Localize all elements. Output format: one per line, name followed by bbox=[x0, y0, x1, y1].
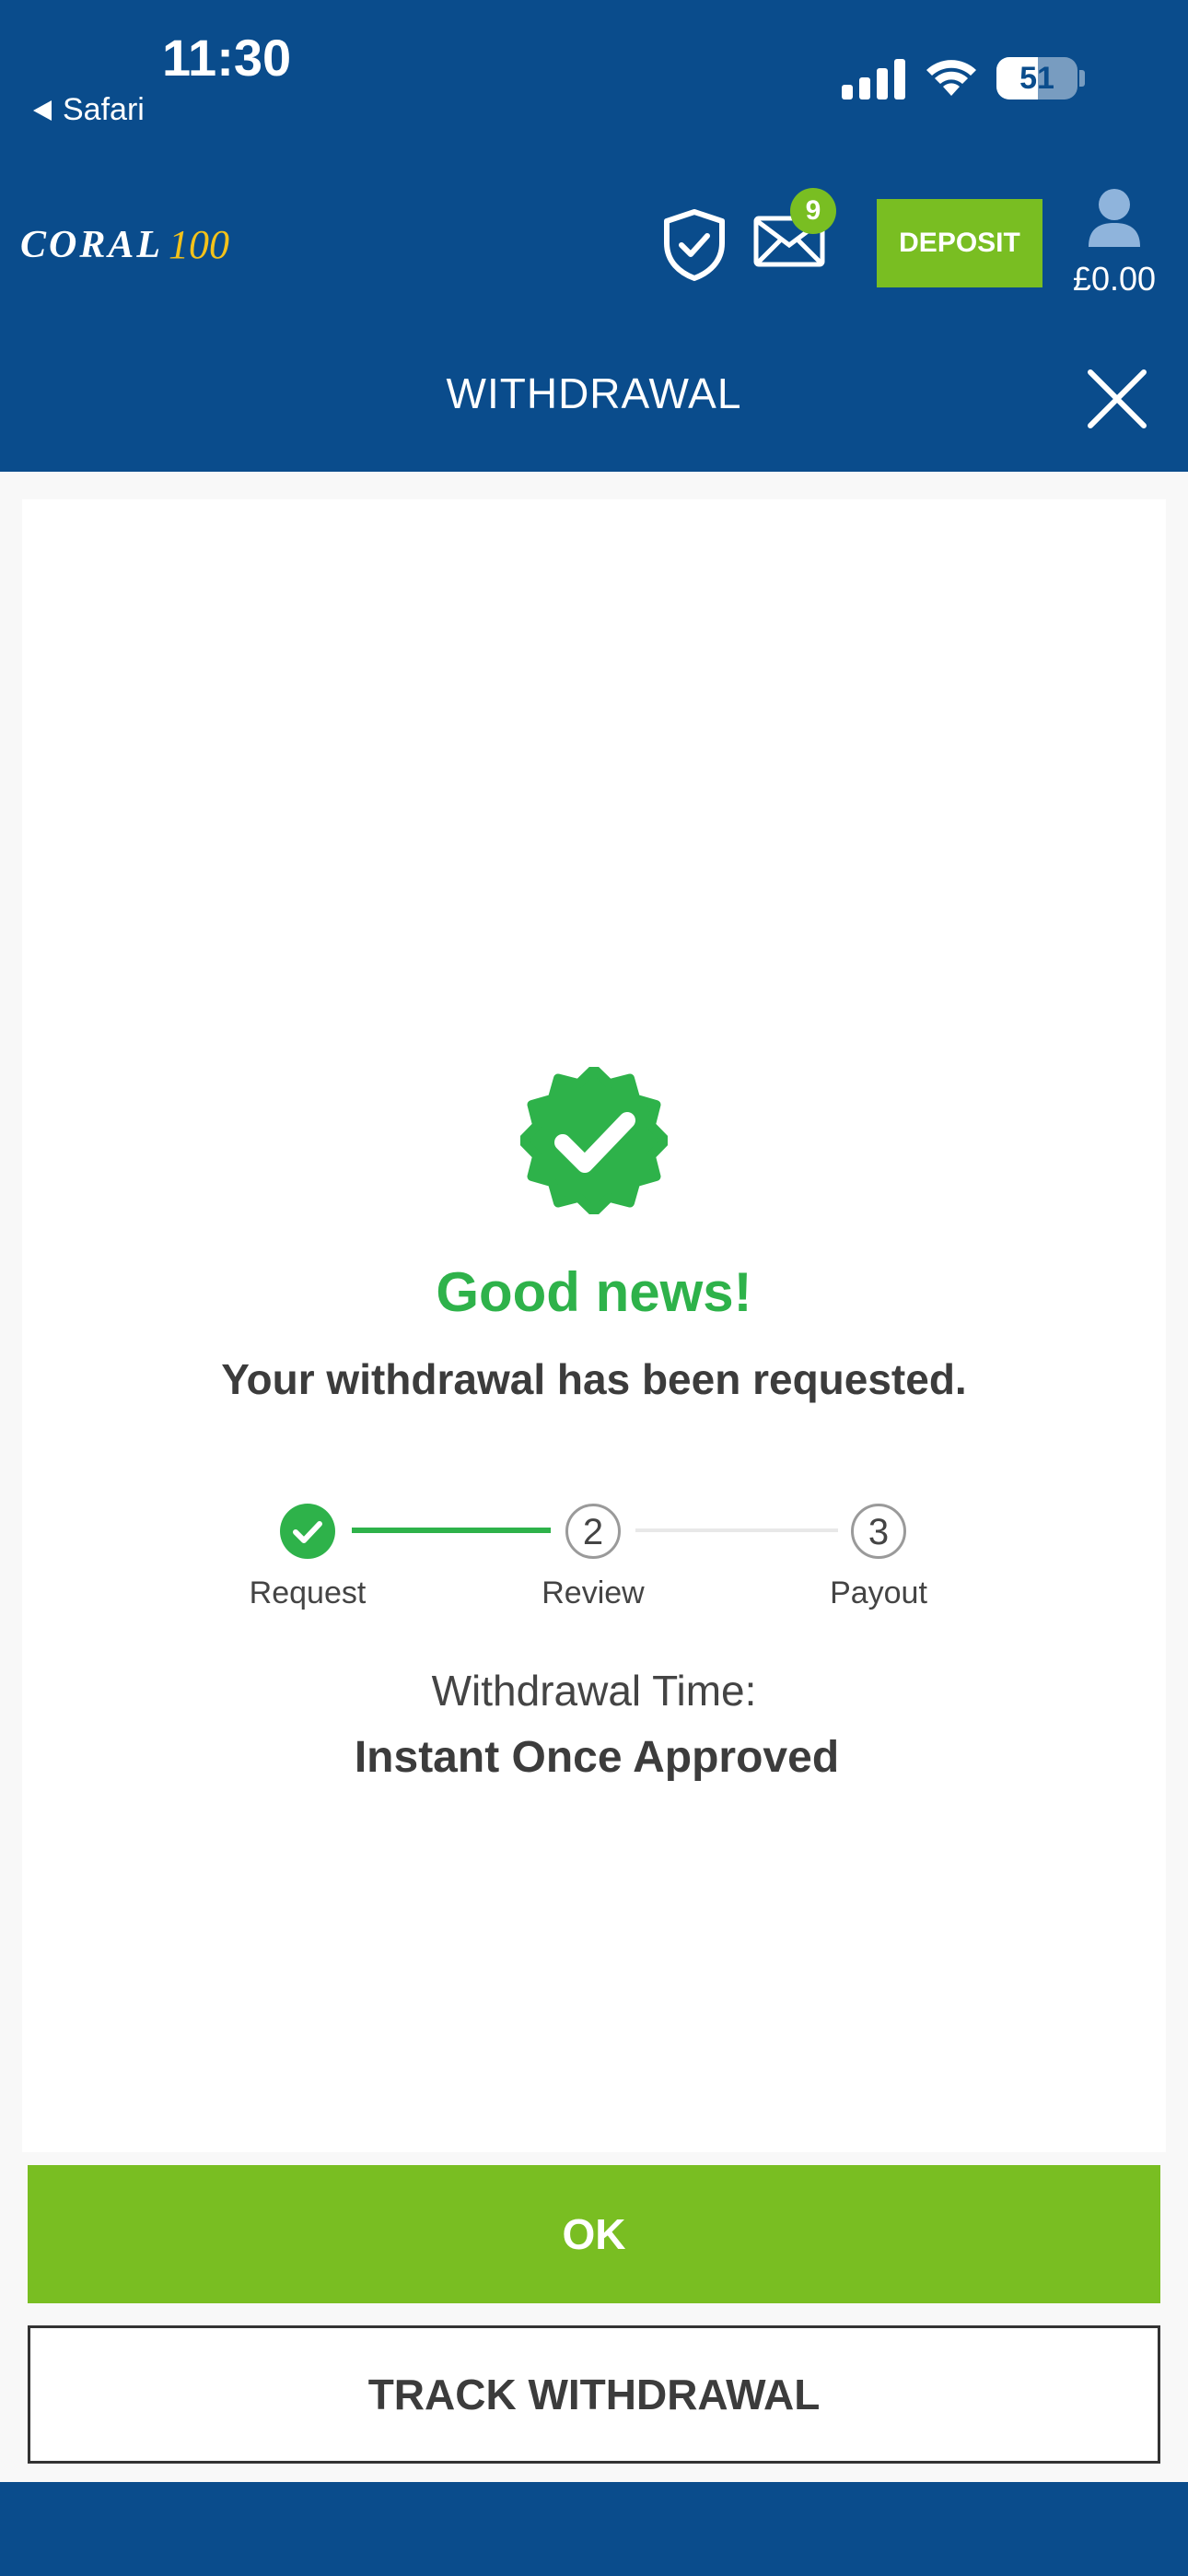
wifi-icon bbox=[926, 60, 976, 96]
step-label-payout: Payout bbox=[830, 1575, 927, 1610]
step-request-complete bbox=[280, 1504, 335, 1559]
ok-button[interactable]: OK bbox=[28, 2165, 1160, 2303]
deposit-button[interactable]: DEPOSIT bbox=[877, 199, 1042, 287]
back-to-safari-link[interactable]: Safari bbox=[33, 92, 145, 128]
bottom-bar bbox=[0, 2482, 1188, 2576]
withdrawal-time-value: Instant Once Approved bbox=[354, 1733, 840, 1782]
logo-badge: 100 bbox=[169, 222, 230, 267]
close-icon[interactable] bbox=[1085, 367, 1149, 431]
app-header: 11:30 Safari 51 CORAL 100 9 DEPOSIT £0.0… bbox=[0, 0, 1188, 472]
success-headline: Good news! bbox=[436, 1261, 752, 1323]
coral-logo[interactable]: CORAL 100 bbox=[20, 221, 229, 268]
page-title: WITHDRAWAL bbox=[446, 369, 742, 417]
progress-line-pending bbox=[635, 1528, 838, 1532]
battery-cap bbox=[1079, 70, 1085, 87]
messages-count-badge: 9 bbox=[790, 188, 836, 234]
back-arrow-icon bbox=[33, 100, 52, 121]
cellular-signal-icon bbox=[842, 59, 905, 100]
step-payout: 3 bbox=[851, 1504, 906, 1559]
account-balance[interactable]: £0.00 bbox=[1059, 260, 1170, 299]
track-withdrawal-button[interactable]: TRACK WITHDRAWAL bbox=[28, 2325, 1160, 2464]
verified-check-badge-icon bbox=[520, 1067, 668, 1214]
logo-text: CORAL bbox=[20, 223, 164, 266]
confirmation-card bbox=[22, 499, 1166, 2152]
progress-line-complete bbox=[352, 1528, 551, 1533]
success-message: Your withdrawal has been requested. bbox=[221, 1355, 967, 1403]
step-label-request: Request bbox=[249, 1575, 367, 1610]
withdrawal-time-label: Withdrawal Time: bbox=[431, 1667, 757, 1715]
user-icon[interactable] bbox=[1087, 188, 1142, 249]
battery-indicator: 51 bbox=[996, 57, 1077, 100]
battery-level: 51 bbox=[1019, 61, 1054, 96]
step-review: 2 bbox=[565, 1504, 621, 1559]
back-app-label: Safari bbox=[63, 92, 145, 127]
check-icon bbox=[293, 1521, 322, 1543]
step-label-review: Review bbox=[542, 1575, 645, 1610]
status-time: 11:30 bbox=[162, 29, 292, 87]
shield-check-icon[interactable] bbox=[661, 208, 728, 282]
